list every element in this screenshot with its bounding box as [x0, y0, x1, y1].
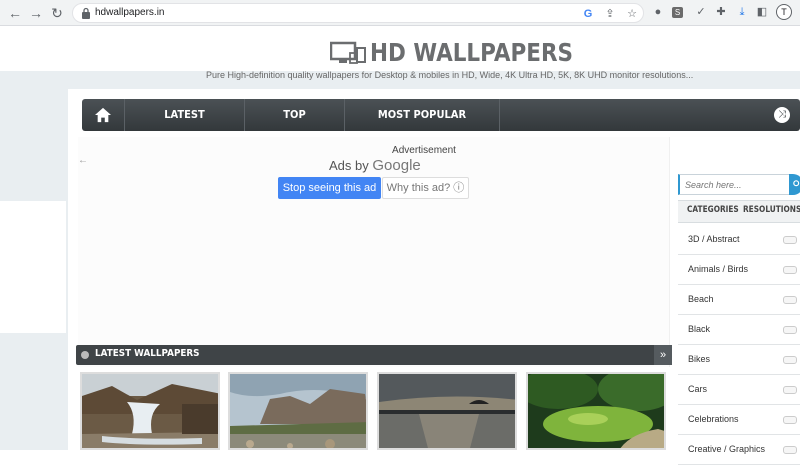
tab-resolutions[interactable]: RESOLUTIONS	[743, 205, 800, 215]
ad-back-arrow-icon[interactable]: ←	[78, 155, 88, 166]
wallpaper-thumbnail[interactable]	[80, 372, 220, 450]
sidebar: CATEGORIES RESOLUTIONS 3D / Abstract Ani…	[677, 170, 800, 465]
wallpaper-thumbnail[interactable]	[377, 372, 517, 450]
category-item[interactable]: Cars	[678, 375, 800, 405]
count-badge	[783, 356, 797, 364]
left-blank-panel	[0, 201, 66, 333]
site-header: HD WALLPAPERS	[0, 27, 800, 71]
wallpaper-thumbnail[interactable]	[526, 372, 666, 450]
forward-icon[interactable]: →	[27, 4, 45, 22]
site-tagline: Pure High-definition quality wallpapers …	[206, 70, 694, 80]
category-item[interactable]: Black	[678, 315, 800, 345]
nav-latest-wallpapers[interactable]: LATEST WALLPAPERS	[125, 99, 245, 153]
search-input[interactable]	[680, 175, 789, 195]
extension-s-icon[interactable]: S	[672, 7, 683, 18]
back-icon[interactable]: ←	[6, 4, 24, 22]
url-text[interactable]: hdwallpapers.in	[95, 7, 165, 18]
wallpaper-thumbnail[interactable]	[228, 372, 368, 450]
ad-label: Advertisement	[392, 145, 456, 156]
site-logo[interactable]: HD WALLPAPERS	[370, 38, 573, 67]
tab-categories[interactable]: CATEGORIES	[687, 205, 739, 215]
count-badge	[783, 416, 797, 424]
bullet-icon	[81, 351, 89, 359]
extension-person-icon[interactable]: ●	[651, 5, 665, 19]
mountain-lake-image	[230, 374, 366, 448]
extension-icon[interactable]: ✚	[714, 5, 728, 19]
download-icon[interactable]: ⤓	[735, 5, 749, 19]
sidebar-tabs: CATEGORIES RESOLUTIONS	[678, 200, 800, 223]
waterfall-image	[82, 374, 218, 448]
category-item[interactable]: Beach	[678, 285, 800, 315]
sunset-lake-image	[379, 374, 515, 448]
why-this-ad-button[interactable]: Why this ad? ⓘ	[382, 177, 469, 199]
star-icon[interactable]: ☆	[625, 7, 639, 21]
category-item[interactable]: Bikes	[678, 345, 800, 375]
profile-avatar[interactable]: T	[776, 4, 792, 20]
nav-top-downloads[interactable]: TOP DOWNLOADS	[245, 99, 345, 153]
count-badge	[783, 236, 797, 244]
latest-wallpapers-header: LATEST WALLPAPERS »	[76, 345, 672, 365]
search-icon	[793, 180, 800, 187]
google-icon[interactable]: G	[581, 7, 595, 21]
count-badge	[783, 386, 797, 394]
nav-most-popular[interactable]: MOST POPULAR WALLPAPERS	[345, 99, 500, 153]
category-item[interactable]: Creative / Graphics	[678, 435, 800, 465]
lock-icon[interactable]	[81, 7, 91, 19]
more-arrow-button[interactable]: »	[654, 345, 672, 365]
address-bar[interactable]: hdwallpapers.in G ⇪ ☆	[72, 3, 644, 23]
main-nav: LATEST WALLPAPERS TOP DOWNLOADS MOST POP…	[82, 99, 800, 153]
stop-seeing-ad-button[interactable]: Stop seeing this ad	[278, 177, 381, 199]
category-item[interactable]: Celebrations	[678, 405, 800, 435]
count-badge	[783, 296, 797, 304]
sidepanel-icon[interactable]: ◧	[755, 5, 769, 19]
devices-logo-icon[interactable]	[330, 39, 370, 69]
count-badge	[783, 266, 797, 274]
page: HD WALLPAPERS Pure High-definition quali…	[0, 27, 800, 465]
latest-wallpapers-title: LATEST WALLPAPERS	[95, 348, 200, 359]
category-item[interactable]: Animals / Birds	[678, 255, 800, 285]
count-badge	[783, 446, 797, 454]
search-box	[678, 174, 790, 195]
ads-by-google: Ads by Google	[329, 157, 421, 174]
home-icon	[95, 107, 111, 123]
check-icon[interactable]: ✓	[694, 5, 708, 19]
green-garden-image	[528, 374, 664, 448]
home-button[interactable]	[82, 99, 125, 131]
count-badge	[783, 326, 797, 334]
browser-toolbar: ← → ↻ hdwallpapers.in G ⇪ ☆ ● S ✓ ✚ ⤓ ◧ …	[0, 0, 800, 26]
category-item[interactable]: 3D / Abstract	[678, 225, 800, 255]
search-button[interactable]	[789, 174, 800, 195]
share-icon[interactable]: ⇪	[603, 7, 617, 21]
reload-icon[interactable]: ↻	[48, 4, 66, 22]
shuffle-icon[interactable]: ⤨	[774, 107, 790, 123]
